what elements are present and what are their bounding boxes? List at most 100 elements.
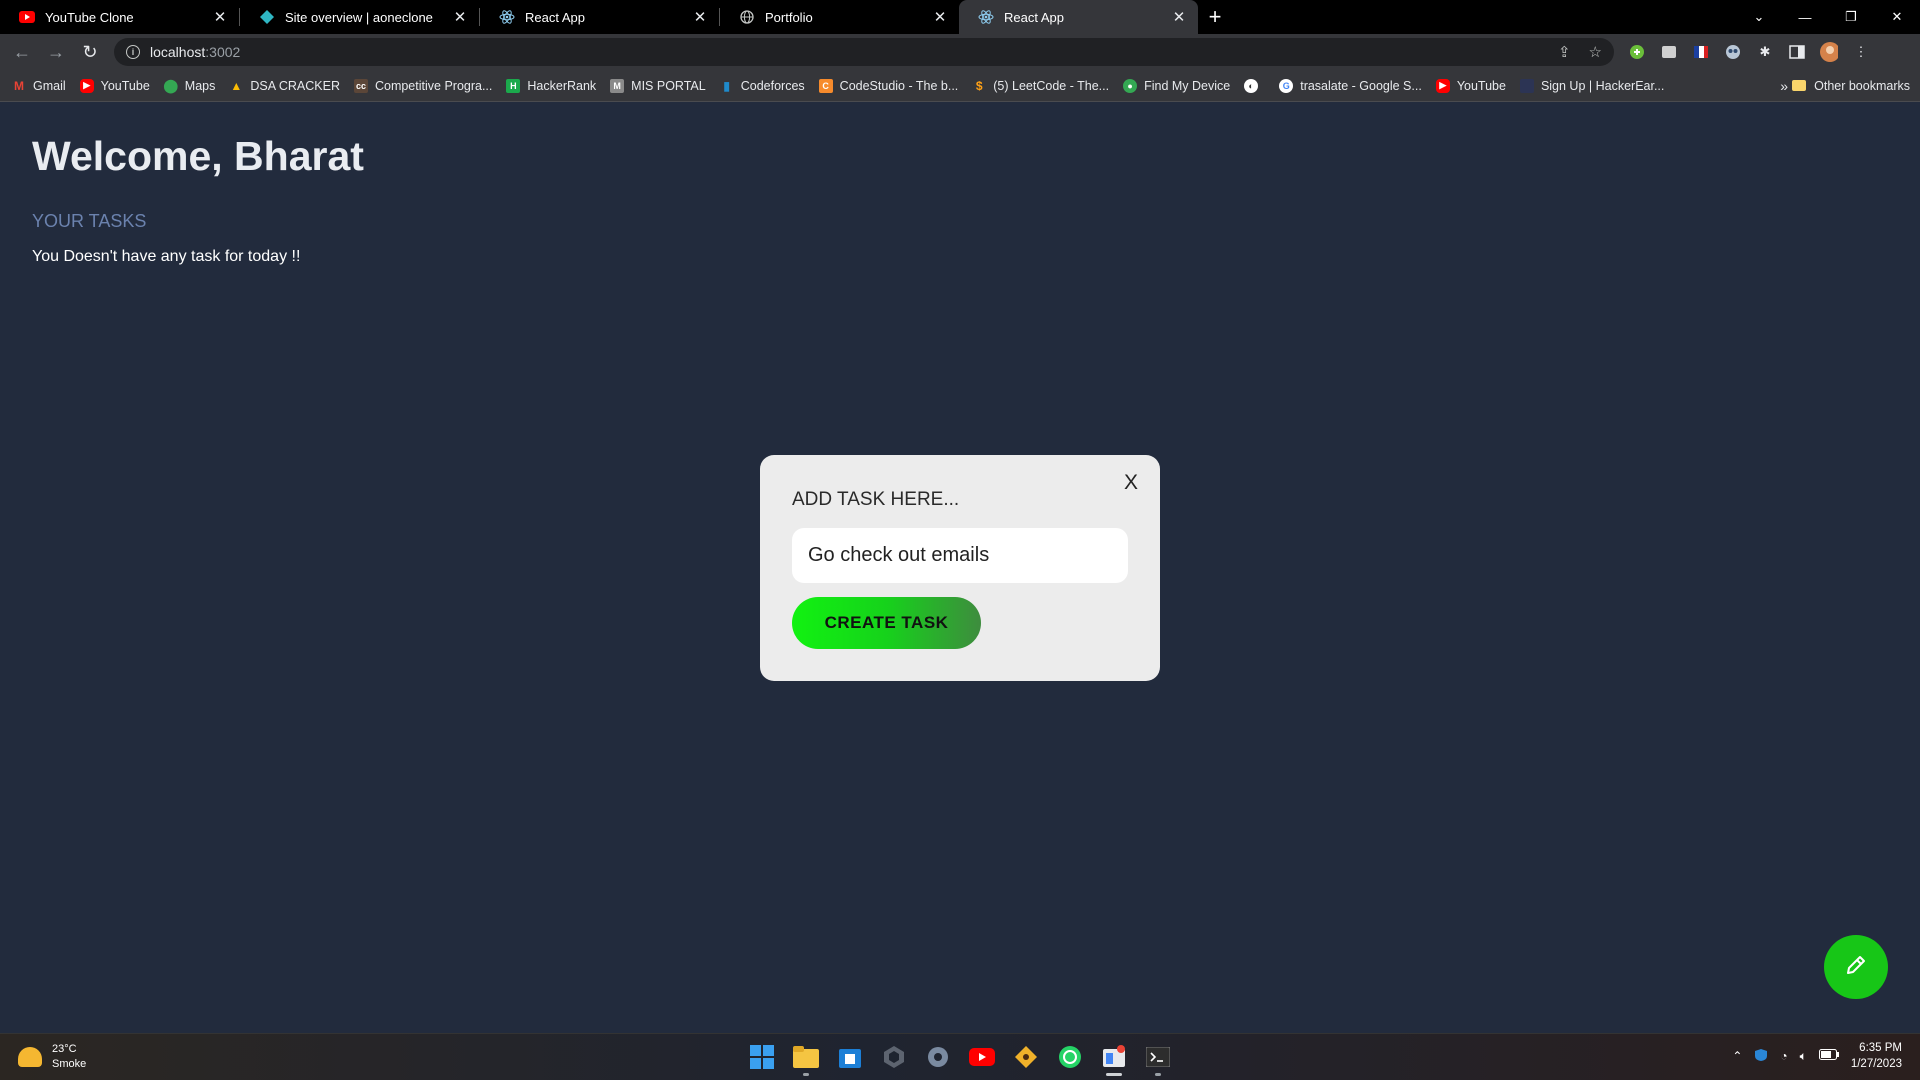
chrome-icon bbox=[1103, 1045, 1125, 1067]
maps-icon: ⬤ bbox=[163, 77, 179, 93]
tab-portfolio[interactable]: Portfolio ✕ bbox=[720, 0, 959, 34]
bookmark-dsa-cracker[interactable]: ▲ DSA CRACKER bbox=[229, 79, 340, 93]
site-info-icon[interactable]: i bbox=[126, 45, 140, 59]
tab-title: YouTube Clone bbox=[45, 9, 134, 25]
window-controls: ⌄ — ❐ ✕ bbox=[1736, 0, 1920, 34]
extension-screenshot-icon[interactable] bbox=[1660, 43, 1678, 61]
browser-tab-strip: YouTube Clone ✕ Site overview | aoneclon… bbox=[0, 0, 1920, 34]
bookmark-hackerearth[interactable]: Sign Up | HackerEar... bbox=[1519, 78, 1665, 93]
youtube-app[interactable] bbox=[966, 1041, 998, 1073]
bookmark-codeforces[interactable]: ▮ Codeforces bbox=[720, 78, 805, 93]
tab-close-icon[interactable]: ✕ bbox=[211, 8, 229, 26]
side-panel-icon[interactable] bbox=[1788, 43, 1806, 61]
tab-close-icon[interactable]: ✕ bbox=[1170, 8, 1188, 26]
file-explorer-app[interactable] bbox=[790, 1041, 822, 1076]
start-button[interactable] bbox=[746, 1041, 778, 1073]
tab-youtube-clone[interactable]: YouTube Clone ✕ bbox=[0, 0, 239, 34]
terminal-app[interactable] bbox=[1142, 1041, 1174, 1076]
extensions-puzzle-icon[interactable]: ✱ bbox=[1756, 43, 1774, 61]
temperature: 23°C bbox=[52, 1043, 77, 1055]
leetcode-icon: $ bbox=[975, 78, 983, 93]
bookmark-hackerrank[interactable]: H HackerRank bbox=[506, 78, 596, 93]
reload-icon[interactable]: ↻ bbox=[74, 36, 106, 68]
bookmark-gmail[interactable]: M Gmail bbox=[12, 79, 66, 93]
bookmark-label: DSA CRACKER bbox=[250, 78, 340, 93]
forward-icon[interactable]: → bbox=[40, 36, 72, 68]
git-app[interactable] bbox=[1010, 1041, 1042, 1073]
bookmark-maps[interactable]: ⬤ Maps bbox=[163, 77, 216, 93]
bookmark-translate[interactable]: Gtrasalate - Google S... bbox=[1279, 78, 1422, 93]
tab-react-app[interactable]: React App ✕ bbox=[480, 0, 719, 34]
tab-close-icon[interactable]: ✕ bbox=[691, 8, 709, 26]
chrome-app[interactable] bbox=[1098, 1041, 1130, 1076]
tab-react-app-active[interactable]: React App ✕ bbox=[959, 0, 1198, 34]
tab-title: React App bbox=[1004, 9, 1064, 25]
extension-flag-icon[interactable] bbox=[1692, 43, 1710, 61]
whatsapp-app[interactable] bbox=[1054, 1041, 1086, 1073]
create-task-button[interactable]: CREATE TASK bbox=[792, 597, 981, 649]
bookmark-codestudio[interactable]: C CodeStudio - The b... bbox=[818, 78, 959, 93]
minimize-button[interactable]: — bbox=[1782, 0, 1828, 34]
system-tray: ⌃ ◔ 🔈︎ 6:35 PM 1/27/2023 bbox=[1732, 1040, 1902, 1072]
tab-site-overview[interactable]: Site overview | aoneclone ✕ bbox=[240, 0, 479, 34]
share-icon[interactable]: ⇪ bbox=[1558, 43, 1571, 61]
menu-kebab-icon[interactable]: ⋮ bbox=[1852, 43, 1870, 61]
url-port: :3002 bbox=[205, 44, 241, 60]
bookmark-label: trasalate - Google S... bbox=[1300, 78, 1422, 93]
bookmark-label: Competitive Progra... bbox=[374, 78, 493, 93]
bookmark-youtube[interactable]: ▶ YouTube bbox=[79, 78, 150, 93]
globe-icon bbox=[739, 9, 755, 25]
defender-icon[interactable] bbox=[1754, 1048, 1768, 1065]
tab-close-icon[interactable]: ✕ bbox=[451, 8, 469, 26]
address-bar[interactable]: i localhost:3002 ⇪ ☆ bbox=[114, 38, 1614, 66]
url-host: localhost bbox=[150, 44, 206, 60]
chevron-up-icon[interactable]: ⌃ bbox=[1732, 1049, 1742, 1063]
bookmark-competitive-programming[interactable]: cc Competitive Progra... bbox=[353, 78, 493, 93]
codestudio-icon: C bbox=[818, 78, 833, 93]
back-icon[interactable]: ← bbox=[6, 36, 38, 68]
store-app[interactable] bbox=[834, 1041, 866, 1073]
bookmark-mis-portal[interactable]: M MIS PORTAL bbox=[610, 78, 706, 93]
tab-title: React App bbox=[525, 9, 585, 25]
pencil-icon bbox=[1844, 953, 1868, 982]
bookmark-star-icon[interactable]: ☆ bbox=[1589, 43, 1602, 61]
wifi-icon[interactable]: ◔ bbox=[1780, 1049, 1787, 1063]
netlify-icon bbox=[259, 9, 275, 25]
windows-taskbar: 23°C Smoke ⌃ ◔ 🔈︎ 6:35 PM 1/27/2023 bbox=[0, 1033, 1920, 1080]
extension-owl-icon[interactable] bbox=[1724, 43, 1742, 61]
profile-avatar[interactable] bbox=[1820, 42, 1838, 62]
welcome-heading: Welcome, Bharat bbox=[32, 133, 364, 179]
bookmark-youtube-2[interactable]: ▶ YouTube bbox=[1435, 78, 1506, 93]
find-device-icon: ● bbox=[1123, 78, 1138, 93]
settings-app[interactable] bbox=[922, 1041, 954, 1073]
restore-button[interactable]: ❐ bbox=[1828, 0, 1874, 34]
unity-app[interactable] bbox=[878, 1041, 910, 1073]
tab-close-icon[interactable]: ✕ bbox=[931, 8, 949, 26]
tab-title: Site overview | aoneclone bbox=[285, 9, 433, 25]
bookmark-label: CodeStudio - The b... bbox=[839, 78, 959, 93]
battery-icon[interactable] bbox=[1818, 1049, 1839, 1063]
new-tab-button[interactable]: + bbox=[1198, 0, 1232, 34]
task-input[interactable] bbox=[792, 528, 1128, 583]
bookmarks-overflow-icon[interactable]: » bbox=[1780, 78, 1788, 94]
extension-green-icon[interactable] bbox=[1628, 43, 1646, 61]
weather-widget[interactable]: 23°C Smoke bbox=[18, 1042, 86, 1072]
bookmark-find-my-device[interactable]: ● Find My Device bbox=[1123, 78, 1230, 93]
taskbar-apps bbox=[746, 1041, 1174, 1076]
whatsapp-icon bbox=[1059, 1046, 1081, 1068]
bookmark-label: YouTube bbox=[100, 78, 150, 93]
modal-close-button[interactable]: X bbox=[1124, 471, 1138, 495]
bookmark-label: Codeforces bbox=[740, 78, 805, 93]
add-task-fab[interactable] bbox=[1824, 935, 1888, 999]
other-bookmarks[interactable]: Other bookmarks bbox=[1792, 79, 1910, 93]
clock[interactable]: 6:35 PM 1/27/2023 bbox=[1851, 1040, 1902, 1072]
bookmark-label: Sign Up | HackerEar... bbox=[1540, 78, 1665, 93]
tab-search-icon[interactable]: ⌄ bbox=[1736, 0, 1782, 34]
bookmark-leetcode[interactable]: $ (5) LeetCode - The... bbox=[972, 79, 1109, 93]
bookmark-globe[interactable]: ◐ bbox=[1244, 78, 1265, 93]
close-window-button[interactable]: ✕ bbox=[1874, 0, 1920, 34]
volume-icon[interactable]: 🔈︎ bbox=[1800, 1049, 1807, 1064]
hackerrank-icon: H bbox=[506, 78, 521, 93]
react-icon bbox=[499, 9, 515, 25]
cc-icon: cc bbox=[353, 78, 368, 93]
